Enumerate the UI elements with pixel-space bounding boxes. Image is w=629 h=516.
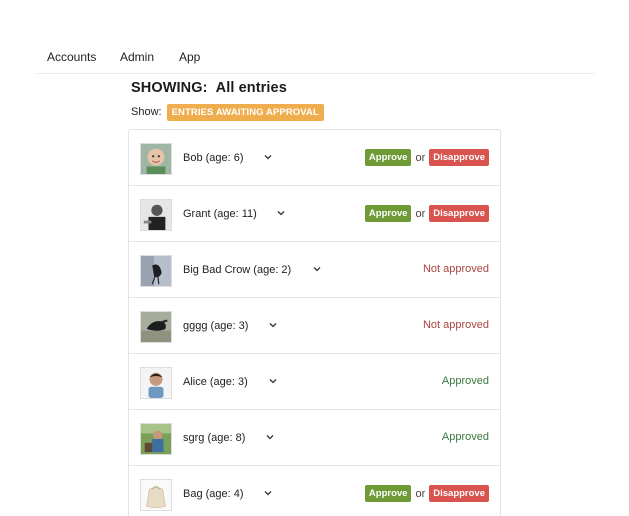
nav-app[interactable]: App [179,50,200,64]
status-approved: Approved [441,375,489,387]
entry-name: gggg (age: 3) [183,320,249,332]
chevron-down-icon[interactable] [263,152,273,162]
or-text: or [415,151,426,164]
approval-actions: Approve or Disapprove [364,485,489,502]
nav-admin[interactable]: Admin [120,50,154,64]
approval-actions: Approve or Disapprove [364,205,489,222]
list-item: sgrg (age: 8) Approved [129,410,500,466]
status-not-approved: Not approved [422,319,489,331]
entry-name: Alice (age: 3) [183,376,248,388]
approve-button[interactable]: Approve [364,205,412,222]
entry-name: Bag (age: 4) [183,488,244,500]
chevron-down-icon[interactable] [265,432,275,442]
approve-button[interactable]: Approve [364,485,412,502]
avatar [140,423,172,455]
avatar [140,143,172,175]
or-text: or [415,207,426,220]
chevron-down-icon[interactable] [263,488,273,498]
or-text: or [415,487,426,500]
avatar [140,199,172,231]
nav-accounts[interactable]: Accounts [47,50,96,64]
filter-row: Show: ENTRIES AWAITING APPROVAL [131,103,324,121]
chevron-down-icon[interactable] [268,320,278,330]
entries-list: Bob (age: 6) Approve or Disapprove Grant… [128,129,501,516]
filter-label: Show: [131,106,162,118]
list-item: Bag (age: 4) Approve or Disapprove [129,466,500,516]
list-item: Alice (age: 3) Approved [129,354,500,410]
entry-name: Grant (age: 11) [183,208,257,220]
top-nav: Accounts Admin App [36,44,595,74]
list-item: Big Bad Crow (age: 2) Not approved [129,242,500,298]
avatar [140,311,172,343]
filter-awaiting-approval-button[interactable]: ENTRIES AWAITING APPROVAL [166,103,324,121]
list-item: gggg (age: 3) Not approved [129,298,500,354]
page-title: SHOWING: All entries [131,80,287,96]
disapprove-button[interactable]: Disapprove [429,149,489,166]
disapprove-button[interactable]: Disapprove [429,205,489,222]
avatar [140,479,172,511]
avatar [140,367,172,399]
entry-name: Big Bad Crow (age: 2) [183,264,292,276]
list-item: Grant (age: 11) Approve or Disapprove [129,186,500,242]
chevron-down-icon[interactable] [312,264,322,274]
page-title-label: SHOWING: [131,80,208,96]
entry-name: Bob (age: 6) [183,152,244,164]
approval-actions: Approve or Disapprove [364,149,489,166]
avatar [140,255,172,287]
chevron-down-icon[interactable] [268,376,278,386]
status-approved: Approved [441,431,489,443]
approve-button[interactable]: Approve [364,149,412,166]
page-title-value: All entries [215,80,287,96]
list-item: Bob (age: 6) Approve or Disapprove [129,130,500,186]
status-not-approved: Not approved [422,263,489,275]
entry-name: sgrg (age: 8) [183,432,246,444]
chevron-down-icon[interactable] [276,208,286,218]
disapprove-button[interactable]: Disapprove [429,485,489,502]
